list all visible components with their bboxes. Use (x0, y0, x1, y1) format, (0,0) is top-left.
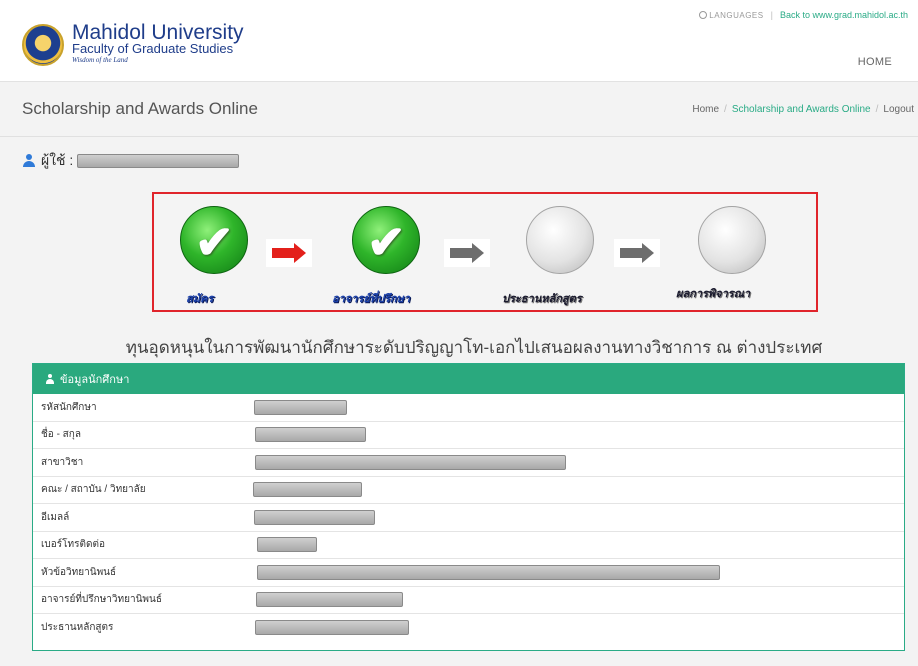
step-result-icon (692, 202, 772, 282)
checkmark-icon: ✔ (367, 216, 406, 268)
page-title: Scholarship and Awards Online (22, 99, 258, 118)
field-value-redacted (257, 537, 317, 553)
back-to-site-link[interactable]: Back to www.grad.mahidol.ac.th (780, 10, 908, 20)
field-label: ประธานหลักสูตร (41, 622, 114, 634)
step-advisor-icon: ✔ (346, 202, 426, 282)
step-advisor-label: อาจารย์ที่ปรึกษา (332, 293, 410, 305)
university-tagline: Wisdom of the Land (72, 56, 128, 64)
top-links-divider: | (770, 10, 773, 20)
field-label: รหัสนักศึกษา (41, 401, 97, 413)
field-value-redacted (255, 620, 409, 636)
breadcrumb-home[interactable]: Home (692, 104, 719, 115)
step-result-label: ผลการพิจารณา (676, 288, 751, 300)
pending-circle-icon (526, 206, 594, 274)
panel-title: ข้อมูลนักศึกษา (60, 374, 130, 386)
field-row: รหัสนักศึกษา (33, 394, 904, 422)
field-row: ชื่อ - สกุล (33, 422, 904, 449)
arrow-right-icon (266, 239, 312, 267)
field-row: คณะ / สถาบัน / วิทยาลัย (33, 477, 904, 504)
arrow-right-icon (614, 239, 660, 267)
globe-icon (699, 11, 708, 19)
field-label: ชื่อ - สกุล (41, 429, 81, 441)
check-circle-icon: ✔ (352, 206, 420, 274)
step-apply-icon: ✔ (174, 202, 254, 282)
breadcrumb-logout[interactable]: Logout (883, 104, 914, 115)
checkmark-icon: ✔ (195, 216, 234, 268)
field-row: สาขาวิชา (33, 449, 904, 477)
field-value-redacted (254, 399, 347, 415)
top-links: LANGUAGES | Back to www.grad.mahidol.ac.th (699, 10, 908, 20)
nav-home[interactable]: HOME (858, 56, 892, 68)
user-label: ผู้ใช้ : (41, 152, 74, 168)
field-label: หัวข้อวิทยานิพนธ์ (41, 566, 117, 578)
application-progress: ✔ ✔ สมัคร อาจารย์ที่ปรึกษา ประธานหลักสูต… (152, 192, 818, 312)
arrow-right-icon (444, 239, 490, 267)
field-row: หัวข้อวิทยานิพนธ์ (33, 559, 904, 587)
field-value-redacted (254, 509, 375, 525)
university-logo[interactable] (22, 24, 64, 66)
breadcrumb: Home / Scholarship and Awards Online / Logou… (692, 104, 914, 115)
site-header: Mahidol University Faculty of Graduate S… (0, 0, 918, 82)
student-info-panel: ข้อมูลนักศึกษา รหัสนักศึกษา ชื่อ - สกุล … (32, 363, 905, 651)
faculty-name: Faculty of Graduate Studies (72, 41, 234, 56)
user-icon (22, 154, 36, 168)
field-value-redacted (256, 592, 403, 608)
field-label: อาจารย์ที่ปรึกษาวิทยานิพนธ์ (41, 594, 162, 606)
breadcrumb-divider: / (875, 104, 879, 115)
field-row: อีเมลล์ (33, 504, 904, 532)
breadcrumb-divider: / (724, 104, 727, 115)
field-value-redacted (255, 427, 366, 443)
field-value-redacted (257, 564, 720, 580)
user-icon (45, 374, 55, 384)
field-label: เบอร์โทรติดต่อ (41, 539, 105, 551)
field-value-redacted (253, 482, 362, 498)
breadcrumb-scholarship[interactable]: Scholarship and Awards Online (732, 104, 871, 115)
field-row: ประธานหลักสูตร (33, 614, 904, 642)
languages-link[interactable]: LANGUAGES (709, 11, 763, 20)
step-program-chair-icon (520, 202, 600, 282)
field-row: อาจารย์ที่ปรึกษาวิทยานิพนธ์ (33, 587, 904, 614)
pending-circle-icon (698, 206, 766, 274)
field-label: คณะ / สถาบัน / วิทยาลัย (41, 484, 146, 496)
field-label: สาขาวิชา (41, 456, 84, 468)
user-name-redacted (77, 154, 240, 168)
step-apply-label: สมัคร (186, 293, 214, 305)
check-circle-icon: ✔ (180, 206, 248, 274)
field-row: เบอร์โทรติดต่อ (33, 532, 904, 559)
user-info: ผู้ใช้ : (22, 150, 240, 172)
step-program-chair-label: ประธานหลักสูตร (502, 293, 582, 305)
title-divider (0, 136, 918, 137)
field-label: อีเมลล์ (41, 511, 70, 523)
field-value-redacted (255, 454, 566, 470)
scholarship-title: ทุนอุดหนุนในการพัฒนานักศึกษาระดับปริญญาโ… (125, 338, 823, 357)
panel-header: ข้อมูลนักศึกษา (33, 364, 904, 394)
